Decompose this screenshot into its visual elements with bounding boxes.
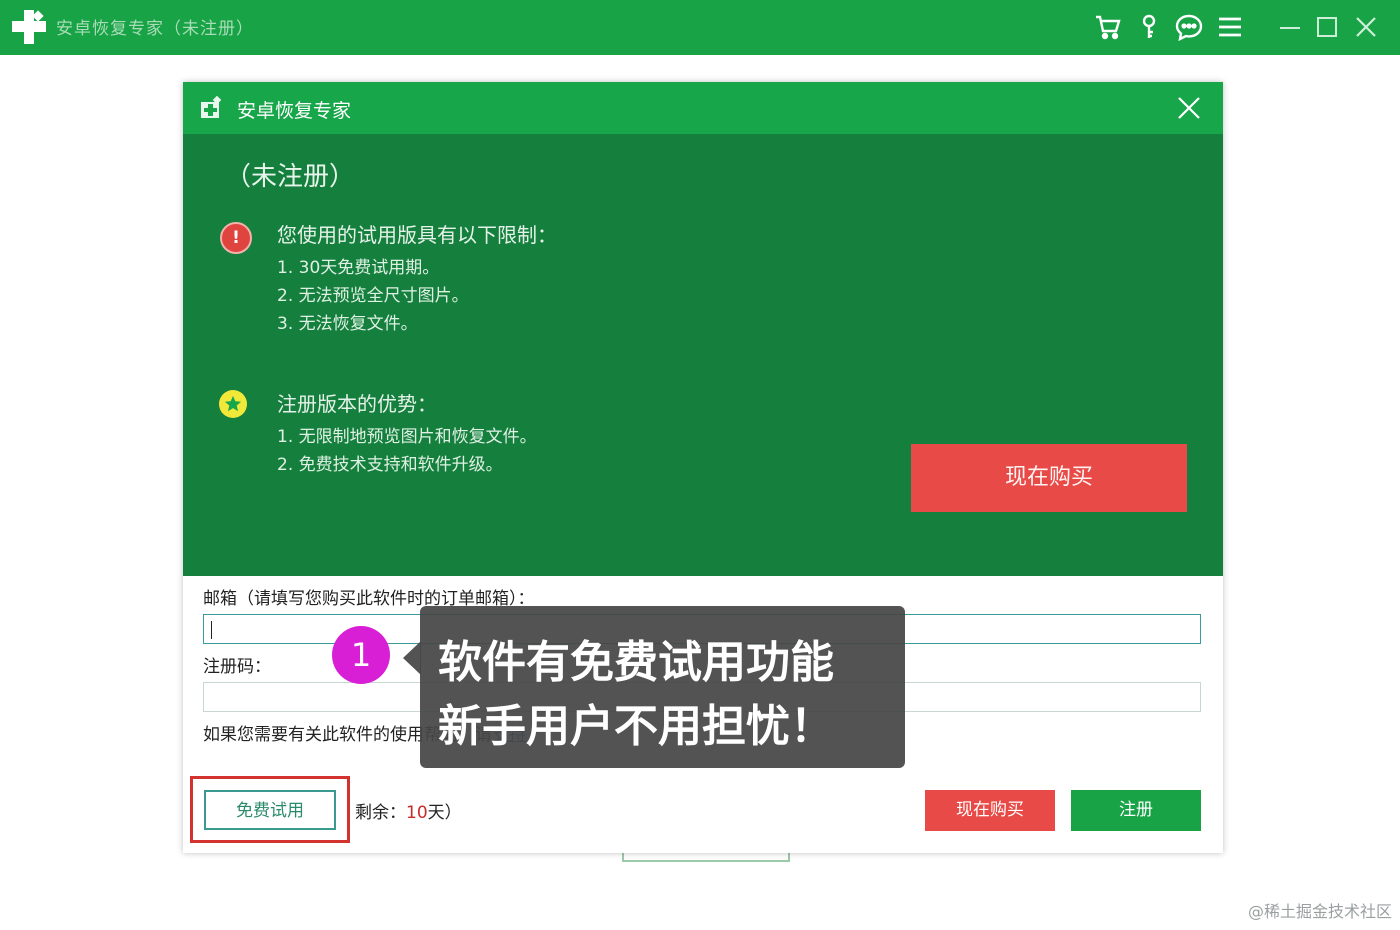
- text-caret: [211, 621, 212, 639]
- limits-list: 1. 30天免费试用期。 2. 无法预览全尺寸图片。 3. 无法恢复文件。: [277, 254, 469, 338]
- dialog-logo-icon: [201, 96, 222, 118]
- remaining-label: 剩余：: [355, 803, 406, 823]
- list-item: 3. 无法恢复文件。: [277, 314, 418, 334]
- register-button[interactable]: 注册: [1071, 790, 1201, 831]
- cart-icon: [1096, 15, 1121, 40]
- list-item: 2. 免费技术支持和软件升级。: [277, 455, 503, 475]
- cart-button[interactable]: [1092, 11, 1124, 43]
- buy-now-large-button[interactable]: 现在购买: [911, 444, 1187, 512]
- app-logo-icon: [12, 10, 46, 44]
- remaining-unit: 天）: [427, 803, 462, 823]
- list-item: 1. 无限制地预览图片和恢复文件。: [277, 427, 537, 447]
- benefits-title: 注册版本的优势：: [277, 392, 437, 416]
- registration-code-label: 注册码：: [203, 657, 271, 677]
- chat-button[interactable]: [1173, 11, 1205, 43]
- app-titlebar: 安卓恢复专家（未注册）: [0, 0, 1400, 55]
- minimize-button[interactable]: [1274, 11, 1306, 43]
- list-item: 2. 无法预览全尺寸图片。: [277, 286, 469, 306]
- close-button[interactable]: [1350, 11, 1382, 43]
- limits-title: 您使用的试用版具有以下限制：: [277, 223, 557, 247]
- close-icon: [1178, 97, 1200, 119]
- trial-info-panel: （未注册） ! 您使用的试用版具有以下限制： 1. 30天免费试用期。 2. 无…: [183, 134, 1223, 576]
- dialog-close-button[interactable]: [1173, 92, 1205, 124]
- benefits-list: 1. 无限制地预览图片和恢复文件。 2. 免费技术支持和软件升级。: [277, 423, 537, 479]
- callout-line-2: 新手用户不用担忧！: [438, 701, 834, 752]
- annotation-callout: 软件有免费试用功能 新手用户不用担忧！: [420, 606, 905, 768]
- remaining-value: 10: [406, 803, 428, 823]
- warning-icon: !: [220, 222, 252, 254]
- buy-now-button[interactable]: 现在购买: [925, 790, 1055, 831]
- callout-line-1: 软件有免费试用功能: [438, 637, 834, 688]
- remaining-days: 剩余：10天）: [355, 798, 462, 823]
- list-item: 1. 30天免费试用期。: [277, 258, 440, 278]
- minimize-icon: [1280, 27, 1300, 29]
- dialog-title: 安卓恢复专家: [237, 100, 352, 122]
- dialog-header: 安卓恢复专家: [183, 82, 1223, 134]
- callout-arrow: [403, 641, 421, 675]
- key-button[interactable]: [1133, 11, 1165, 43]
- star-icon: [219, 390, 247, 418]
- maximize-button[interactable]: [1311, 11, 1343, 43]
- menu-button[interactable]: [1214, 11, 1246, 43]
- chat-icon: [1175, 14, 1203, 41]
- watermark: @稀土掘金技术社区: [1247, 902, 1392, 921]
- maximize-icon: [1317, 17, 1337, 37]
- key-icon: [1142, 14, 1156, 38]
- menu-icon: [1219, 17, 1241, 37]
- unregistered-status: （未注册）: [225, 162, 356, 192]
- free-trial-button[interactable]: 免费试用: [204, 790, 336, 830]
- close-icon: [1356, 17, 1376, 37]
- app-title: 安卓恢复专家（未注册）: [56, 19, 254, 39]
- step-badge: 1: [332, 626, 390, 684]
